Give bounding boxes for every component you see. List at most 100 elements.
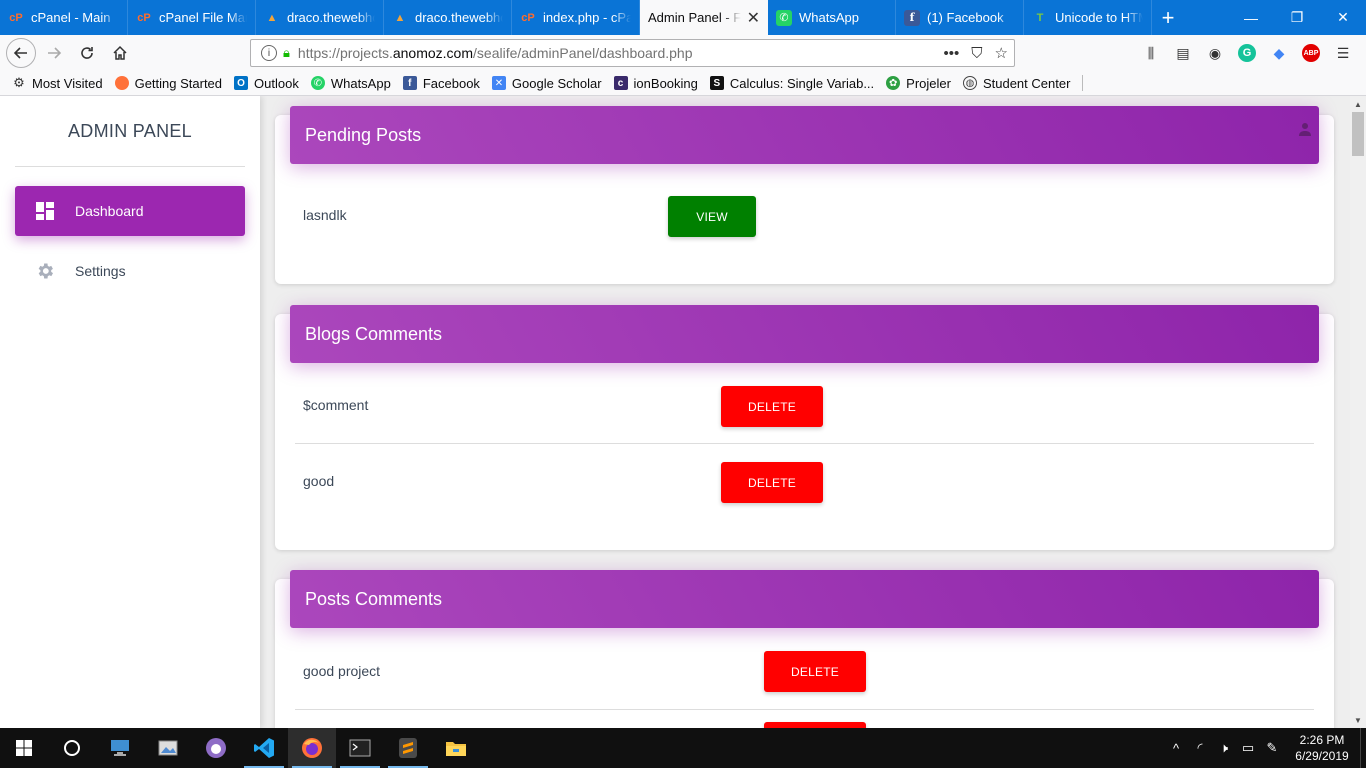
page-actions-icon[interactable]: ••• [944, 45, 960, 62]
restore-icon[interactable]: ❐ [1274, 0, 1320, 35]
grammarly-icon[interactable]: G [1238, 44, 1256, 62]
address-bar[interactable]: i 🔒︎ https://projects. anomoz.com/sealife… [250, 39, 1015, 67]
taskbar-vscode[interactable] [240, 728, 288, 768]
search-button[interactable] [48, 728, 96, 768]
minimize-icon[interactable]: — [1228, 0, 1274, 35]
list-item: $comment DELETE [295, 368, 1314, 444]
site-info-icon[interactable]: i [261, 45, 277, 61]
scholar-extension-icon[interactable]: ◆ [1270, 44, 1288, 62]
bookmark-calculus[interactable]: S Calculus: Single Variab... [709, 76, 874, 91]
dashboard-icon [35, 201, 55, 221]
url-domain: anomoz.com [392, 45, 474, 61]
cpanel-icon: cP [521, 11, 535, 24]
vscode-icon [254, 738, 274, 758]
sidebar-item-settings[interactable]: Settings [15, 246, 245, 296]
bookmark-outlook[interactable]: O Outlook [234, 76, 299, 91]
sidebar-toggle-icon[interactable]: ▤ [1174, 44, 1192, 62]
taskbar-file-explorer[interactable] [432, 728, 480, 768]
scroll-down-icon[interactable]: ▼ [1350, 712, 1366, 728]
bookmark-most-visited[interactable]: ⚙ Most Visited [12, 75, 103, 91]
cpanel-icon: cP [9, 11, 23, 24]
divider [15, 166, 245, 167]
tab-draco-2[interactable]: ▲ draco.thewebho [384, 0, 512, 35]
list-item: lasndlk VIEW [295, 178, 1314, 254]
scroll-up-icon[interactable]: ▲ [1350, 96, 1366, 112]
account-icon[interactable]: ◉ [1206, 44, 1224, 62]
bookmark-label: Student Center [982, 75, 1071, 91]
list-item: good project DELETE [295, 634, 1314, 710]
taskbar-app-3[interactable] [192, 728, 240, 768]
reload-button[interactable] [72, 38, 102, 68]
bookmark-whatsapp[interactable]: ✆ WhatsApp [310, 75, 391, 91]
tab-facebook[interactable]: f (1) Facebook [896, 0, 1024, 35]
home-button[interactable] [105, 38, 135, 68]
battery-icon[interactable]: ▭ [1236, 740, 1260, 756]
bookmark-label: ionBooking [633, 75, 698, 91]
bookmark-label: WhatsApp [330, 75, 391, 91]
tab-label: (1) Facebook [927, 10, 1004, 25]
bookmark-label: Getting Started [134, 75, 223, 91]
card-header: Pending Posts [290, 106, 1319, 164]
close-tab-icon[interactable]: ✕ [747, 8, 760, 28]
lock-icon[interactable]: 🔒︎ [283, 45, 290, 61]
sidebar-item-dashboard[interactable]: Dashboard [15, 186, 245, 236]
view-button[interactable]: VIEW [668, 196, 756, 237]
taskbar-terminal[interactable] [336, 728, 384, 768]
tab-unicode[interactable]: T Unicode to HTM [1024, 0, 1152, 35]
tab-whatsapp[interactable]: ✆ WhatsApp [768, 0, 896, 35]
show-desktop-button[interactable] [1360, 728, 1366, 768]
close-window-icon[interactable]: ✕ [1320, 0, 1366, 35]
bookmark-star-icon[interactable]: ☆ [995, 44, 1008, 62]
globe-icon: ◍ [962, 76, 977, 90]
menu-icon[interactable]: ☰ [1334, 44, 1352, 62]
system-clock[interactable]: 2:26 PM 6/29/2019 [1284, 732, 1360, 764]
start-button[interactable] [0, 728, 48, 768]
forward-button[interactable] [39, 38, 69, 68]
person-icon [1299, 123, 1311, 136]
tab-admin-panel[interactable]: Admin Panel - Fi ✕ [640, 0, 768, 35]
new-tab-button[interactable]: + [1152, 0, 1184, 35]
delete-button[interactable]: DELETE [721, 386, 823, 427]
taskbar-sublime[interactable] [384, 728, 432, 768]
reload-icon [81, 47, 93, 59]
scholar-icon: ✕ [491, 76, 506, 90]
pocket-icon[interactable]: ⛉ [971, 45, 982, 62]
bookmark-google-scholar[interactable]: ✕ Google Scholar [491, 76, 602, 91]
page-scrollbar[interactable]: ▲ ▼ [1350, 96, 1366, 728]
pen-icon[interactable]: ✎ [1260, 740, 1284, 756]
url-prefix: https://projects. [297, 45, 393, 61]
firefox-icon [114, 76, 129, 90]
comment-text: good [303, 473, 335, 489]
bookmark-student-center[interactable]: ◍ Student Center [962, 75, 1071, 91]
adblock-plus-icon[interactable]: ABP [1302, 44, 1320, 62]
blogs-comments-card: Blogs Comments $comment DELETE good DELE… [275, 305, 1334, 550]
clock-time: 2:26 PM [1299, 733, 1345, 747]
bookmark-label: Most Visited [32, 75, 103, 91]
tab-cpanel-file-manager[interactable]: cP cPanel File Mana [128, 0, 256, 35]
cpanel-icon: cP [137, 11, 151, 24]
wifi-icon[interactable]: ◜ [1188, 740, 1212, 756]
tab-cpanel-main[interactable]: cP cPanel - Main [0, 0, 128, 35]
page-content: ADMIN PANEL Dashboard Settings Pending P… [0, 96, 1350, 728]
delete-button[interactable]: DELETE [721, 462, 823, 503]
home-icon [113, 45, 127, 60]
delete-button[interactable]: DELETE [764, 651, 866, 692]
tab-draco-1[interactable]: ▲ draco.thewebho [256, 0, 384, 35]
taskbar-app-2[interactable] [144, 728, 192, 768]
volume-muted-icon[interactable]: 🕨︎ [1212, 740, 1236, 756]
ionbooking-icon: c [613, 76, 628, 90]
back-button[interactable] [6, 38, 36, 68]
taskbar-app-1[interactable] [96, 728, 144, 768]
bookmark-ionbooking[interactable]: c ionBooking [613, 75, 698, 91]
library-icon[interactable]: ⫼ [1142, 44, 1160, 62]
bookmark-label: Facebook [422, 75, 480, 91]
bookmark-getting-started[interactable]: Getting Started [114, 75, 223, 91]
draco-icon: ▲ [266, 11, 278, 24]
chevron-up-icon[interactable]: ^ [1164, 741, 1188, 756]
bookmark-facebook[interactable]: f Facebook [402, 75, 480, 91]
github-desktop-icon [206, 738, 226, 758]
taskbar-firefox[interactable] [288, 728, 336, 768]
tab-index-php[interactable]: cP index.php - cPa [512, 0, 640, 35]
bookmark-projeler[interactable]: ✿ Projeler [886, 76, 951, 91]
scroll-thumb[interactable] [1352, 112, 1364, 156]
